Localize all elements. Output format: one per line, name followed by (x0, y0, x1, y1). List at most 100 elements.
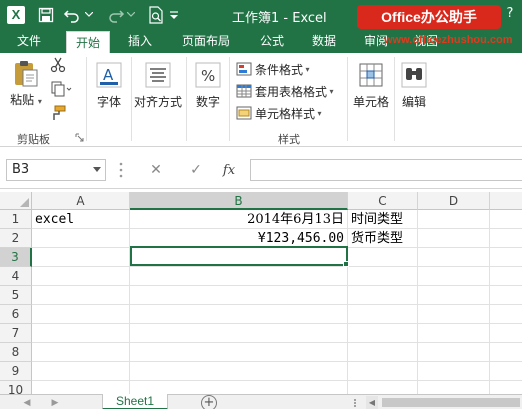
grid-cell[interactable] (130, 362, 348, 381)
name-box[interactable]: B3 (6, 159, 106, 181)
cell-c2[interactable]: 货币类型 (348, 229, 418, 248)
cancel-edit-button[interactable]: ✕ (145, 159, 167, 181)
number-format-button[interactable]: % 数字 (192, 61, 224, 110)
grid-cell[interactable] (32, 267, 130, 286)
grid-cell[interactable] (418, 286, 490, 305)
grid-cell[interactable] (130, 267, 348, 286)
tab-formulas[interactable]: 公式 (250, 30, 294, 53)
grid-cell[interactable] (490, 286, 522, 305)
grid-cell[interactable] (418, 362, 490, 381)
sheet-tab[interactable]: Sheet1 (102, 394, 168, 409)
row-header[interactable]: 4 (0, 267, 32, 286)
grid-cell[interactable] (490, 267, 522, 286)
grid-cell[interactable] (418, 229, 490, 248)
select-all-button[interactable] (0, 192, 32, 210)
clipboard-launcher-icon[interactable] (75, 133, 84, 142)
enter-edit-button[interactable]: ✓ (185, 159, 207, 181)
grid-cell[interactable] (32, 381, 130, 394)
row-header[interactable]: 5 (0, 286, 32, 305)
grid-cell[interactable] (418, 381, 490, 394)
column-header-e[interactable] (490, 192, 522, 210)
grid-cell[interactable] (32, 286, 130, 305)
grid-cell[interactable] (32, 343, 130, 362)
help-button[interactable]: ? (502, 6, 518, 24)
name-box-dropdown-icon[interactable] (93, 167, 101, 173)
grid-cell[interactable] (130, 343, 348, 362)
formula-bar-grip-icon[interactable] (116, 161, 126, 179)
undo-icon[interactable] (62, 5, 82, 25)
format-painter-button[interactable] (48, 105, 68, 125)
grid-cell[interactable] (418, 343, 490, 362)
grid-cell[interactable] (348, 248, 418, 267)
grid-cell[interactable] (490, 229, 522, 248)
prev-sheet-icon[interactable]: ◀ (20, 397, 34, 409)
alignment-button[interactable]: 对齐方式 (134, 61, 182, 110)
grid-cell[interactable] (130, 324, 348, 343)
fill-handle[interactable] (343, 261, 349, 267)
row-header[interactable]: 8 (0, 343, 32, 362)
row-header[interactable]: 2 (0, 229, 32, 248)
grid-cell[interactable] (490, 248, 522, 267)
grid-cell[interactable] (418, 210, 490, 229)
redo-icon[interactable] (106, 5, 126, 25)
cell-c1[interactable]: 时间类型 (348, 210, 418, 229)
tab-split-grip-icon[interactable] (352, 398, 358, 408)
grid-cell[interactable] (348, 381, 418, 394)
grid-cell[interactable] (348, 343, 418, 362)
tab-file[interactable]: 文件 (0, 30, 58, 53)
grid-cell[interactable] (348, 305, 418, 324)
row-header[interactable]: 7 (0, 324, 32, 343)
row-header[interactable]: 1 (0, 210, 32, 229)
next-sheet-icon[interactable]: ▶ (48, 397, 62, 409)
grid-cell[interactable] (130, 381, 348, 394)
row-header[interactable]: 6 (0, 305, 32, 324)
grid-cell[interactable] (490, 324, 522, 343)
row-header[interactable]: 10 (0, 381, 32, 394)
insert-function-button[interactable]: fx (218, 159, 240, 181)
column-header-a[interactable]: A (32, 192, 130, 210)
grid-cell[interactable] (130, 305, 348, 324)
paste-button[interactable]: 粘贴 ▾ (8, 59, 44, 108)
grid-cell[interactable] (348, 267, 418, 286)
print-preview-icon[interactable] (146, 5, 166, 25)
column-header-d[interactable]: D (418, 192, 490, 210)
excel-app-icon[interactable]: X (6, 5, 26, 25)
cell-b2[interactable]: ¥123,456.00 (130, 229, 348, 248)
grid-cell[interactable] (32, 362, 130, 381)
format-as-table-button[interactable]: 套用表格格式 ▾ (236, 81, 334, 101)
redo-dropdown-icon[interactable] (126, 5, 136, 25)
customize-toolbar-icon[interactable] (168, 5, 180, 25)
cut-button[interactable] (48, 57, 68, 77)
scroll-left-icon[interactable]: ◀ (366, 396, 378, 409)
grid-cell[interactable] (32, 229, 130, 248)
column-header-c[interactable]: C (348, 192, 418, 210)
editing-button[interactable]: 编辑 (398, 61, 430, 110)
tab-page-layout[interactable]: 页面布局 (170, 30, 242, 53)
grid-cell[interactable] (32, 305, 130, 324)
cells-button[interactable]: 单元格 (351, 61, 391, 110)
column-header-b[interactable]: B (130, 192, 348, 210)
grid-cell[interactable] (130, 286, 348, 305)
grid-cell[interactable] (490, 362, 522, 381)
formula-input[interactable] (250, 159, 522, 181)
tab-home[interactable]: 开始 (66, 31, 110, 53)
grid-cell[interactable] (490, 381, 522, 394)
copy-button[interactable] (48, 81, 74, 101)
row-header[interactable]: 9 (0, 362, 32, 381)
grid-cell[interactable] (490, 343, 522, 362)
tab-data[interactable]: 数据 (302, 30, 346, 53)
grid-cell[interactable] (490, 210, 522, 229)
grid-cell[interactable] (418, 305, 490, 324)
grid-cell[interactable] (490, 305, 522, 324)
grid-cell[interactable] (348, 324, 418, 343)
grid-cell[interactable] (348, 362, 418, 381)
grid-cell[interactable] (418, 267, 490, 286)
undo-dropdown-icon[interactable] (84, 5, 94, 25)
grid-cell[interactable] (130, 248, 348, 267)
cell-b1[interactable]: 2014年6月13日 (130, 210, 348, 229)
grid-cell[interactable] (418, 324, 490, 343)
cell-styles-button[interactable]: 单元格样式 ▾ (236, 103, 322, 123)
grid-cell[interactable] (348, 286, 418, 305)
grid-cell[interactable] (418, 248, 490, 267)
grid-cell[interactable] (32, 324, 130, 343)
